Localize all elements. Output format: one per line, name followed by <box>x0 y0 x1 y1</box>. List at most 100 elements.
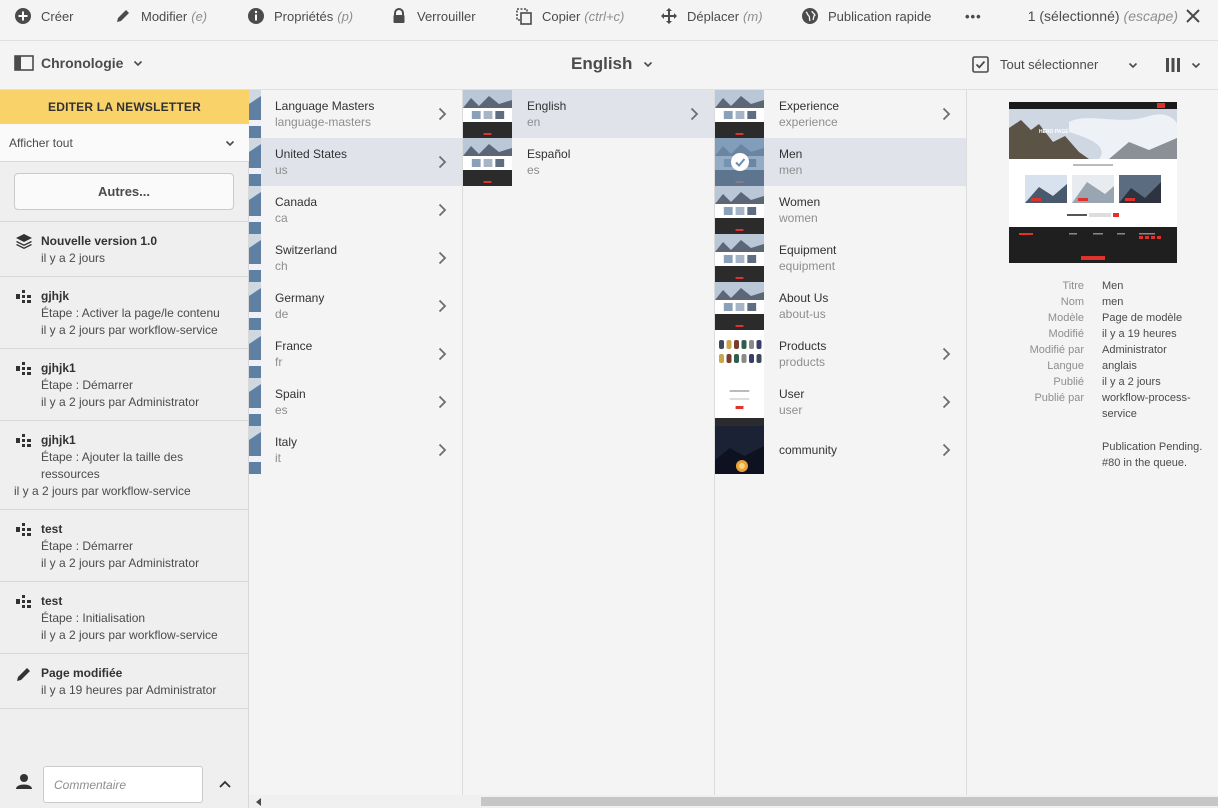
meta-value: workflow-process-service <box>1102 392 1191 420</box>
timeline-item-title: gjhjk1 <box>41 361 76 375</box>
timeline-item-detail: Étape : Démarrer <box>41 539 134 553</box>
timeline-item[interactable]: test Étape : Initialisation il y a 2 jou… <box>0 582 249 654</box>
scrollbar-thumb[interactable] <box>481 797 1218 806</box>
list-item[interactable]: Spain es <box>249 378 462 426</box>
create-button[interactable]: Créer <box>14 0 74 32</box>
page-thumbnail <box>715 90 764 138</box>
chevron-down-icon <box>133 58 143 68</box>
list-item[interactable]: Experience experience <box>715 90 966 138</box>
move-shortcut: (m) <box>743 8 763 24</box>
properties-shortcut: (p) <box>337 8 354 24</box>
timeline-item[interactable]: Page modifiée il y a 19 heures par Admin… <box>0 654 249 709</box>
list-item[interactable]: English en <box>463 90 714 138</box>
timeline-item[interactable]: Nouvelle version 1.0 il y a 2 jours <box>0 222 249 277</box>
list-item[interactable]: France fr <box>249 330 462 378</box>
edit-icon <box>114 7 132 25</box>
more-events-button[interactable]: Autres... <box>14 173 234 210</box>
list-item[interactable]: About Us about-us <box>715 282 966 330</box>
column-languages: English en Español es <box>463 90 715 795</box>
chevron-right-icon[interactable] <box>942 443 951 457</box>
list-item[interactable]: Italy it <box>249 426 462 474</box>
item-name: language-masters <box>275 115 372 129</box>
list-item[interactable]: United States us <box>249 138 462 186</box>
chevron-right-icon[interactable] <box>438 395 447 409</box>
preview-panel: HERO PAGE Titre Men Nom men Modèle Page … <box>967 90 1218 795</box>
item-title: Language Masters <box>275 99 375 113</box>
more-actions-button[interactable]: ••• <box>965 0 982 32</box>
edit-label: Modifier <box>141 8 188 24</box>
properties-button[interactable]: Propriétés (p) <box>247 0 353 32</box>
list-item[interactable]: User user <box>715 378 966 426</box>
list-item[interactable]: community <box>715 426 966 474</box>
edit-newsletter-button[interactable]: EDITER LA NEWSLETTER <box>0 90 249 124</box>
lock-label: Verrouiller <box>417 8 476 24</box>
quick-publish-button[interactable]: Publication rapide <box>801 0 931 32</box>
chevron-right-icon[interactable] <box>942 395 951 409</box>
list-item[interactable]: Canada ca <box>249 186 462 234</box>
chevron-right-icon[interactable] <box>438 155 447 169</box>
lock-button[interactable]: Verrouiller <box>390 0 476 32</box>
meta-key: Modifié <box>1048 328 1084 340</box>
chevron-right-icon[interactable] <box>438 347 447 361</box>
item-title: United States <box>275 147 348 161</box>
more-icon: ••• <box>965 8 982 24</box>
list-item[interactable]: Equipment equipment <box>715 234 966 282</box>
publication-status: Publication Pending. #80 in the queue. <box>1102 441 1203 469</box>
item-title: Canada <box>275 195 318 209</box>
list-item[interactable]: Products products <box>715 330 966 378</box>
item-name: it <box>275 451 281 465</box>
rail-toggle[interactable]: Chronologie <box>14 55 143 71</box>
select-all-label: Tout sélectionner <box>1000 57 1099 72</box>
page-thumbnail <box>715 234 764 282</box>
column-sites: Language Masters language-masters United S… <box>249 90 463 795</box>
item-name: equipment <box>779 259 836 273</box>
move-icon <box>660 7 678 25</box>
move-button[interactable]: Déplacer (m) <box>660 0 763 32</box>
list-item[interactable]: Men men <box>715 138 966 186</box>
list-item[interactable]: Germany de <box>249 282 462 330</box>
chevron-right-icon[interactable] <box>690 107 699 121</box>
meta-key: Langue <box>1047 360 1084 372</box>
edit-button[interactable]: Modifier (e) <box>114 0 207 32</box>
copy-button[interactable]: Copier (ctrl+c) <box>515 0 624 32</box>
close-selection-button[interactable] <box>1184 7 1202 25</box>
view-switcher[interactable] <box>1165 57 1201 73</box>
timeline-item[interactable]: gjhjk1 Étape : Ajouter la taille des res… <box>0 421 249 510</box>
horizontal-scrollbar[interactable] <box>249 795 1218 808</box>
timeline-item[interactable]: gjhjk1 Étape : Démarrer il y a 2 jours p… <box>0 349 249 421</box>
selection-label: 1 (sélectionné) <box>1027 8 1120 24</box>
chevron-right-icon[interactable] <box>438 443 447 457</box>
chevron-right-icon[interactable] <box>942 347 951 361</box>
column-pages: Experience experience Men men Women women Equi… <box>715 90 967 795</box>
chevron-right-icon[interactable] <box>942 107 951 121</box>
item-title: Italy <box>275 435 298 449</box>
path-title-dropdown[interactable]: English <box>571 54 653 74</box>
meta-key: Modifié par <box>1029 344 1084 356</box>
list-item[interactable]: Switzerland ch <box>249 234 462 282</box>
timeline-item[interactable]: test Étape : Démarrer il y a 2 jours par… <box>0 510 249 582</box>
page-thumbnail <box>463 90 512 138</box>
chevron-right-icon[interactable] <box>438 107 447 121</box>
comment-input[interactable] <box>43 766 203 803</box>
chevron-right-icon[interactable] <box>438 251 447 265</box>
secondary-header: Chronologie English Tout sélectionner <box>0 41 1218 90</box>
chevron-right-icon[interactable] <box>438 299 447 313</box>
timeline-item-detail: il y a 2 jours par workflow-service <box>14 484 191 498</box>
chevron-up-icon[interactable] <box>219 779 231 789</box>
page-thumbnail <box>249 234 261 282</box>
timeline-filter-select[interactable]: Afficher tout <box>0 124 249 162</box>
page-thumbnail <box>715 282 764 330</box>
timeline-item[interactable]: gjhjk Étape : Activer la page/le contenu… <box>0 277 249 349</box>
meta-key: Publié par <box>1034 392 1084 404</box>
chevron-right-icon[interactable] <box>438 203 447 217</box>
list-item[interactable]: Español es <box>463 138 714 186</box>
list-item[interactable]: Women women <box>715 186 966 234</box>
scroll-left-icon[interactable] <box>256 798 262 806</box>
select-all-button[interactable]: Tout sélectionner <box>972 56 1138 73</box>
item-name: es <box>527 163 540 177</box>
timeline-item-detail: Étape : Ajouter la taille des <box>41 450 184 464</box>
timeline-rail: EDITER LA NEWSLETTER Afficher tout Autre… <box>0 90 249 808</box>
list-item[interactable]: Language Masters language-masters <box>249 90 462 138</box>
timeline-filter-value: Afficher tout <box>9 135 73 150</box>
item-name: about-us <box>779 307 826 321</box>
